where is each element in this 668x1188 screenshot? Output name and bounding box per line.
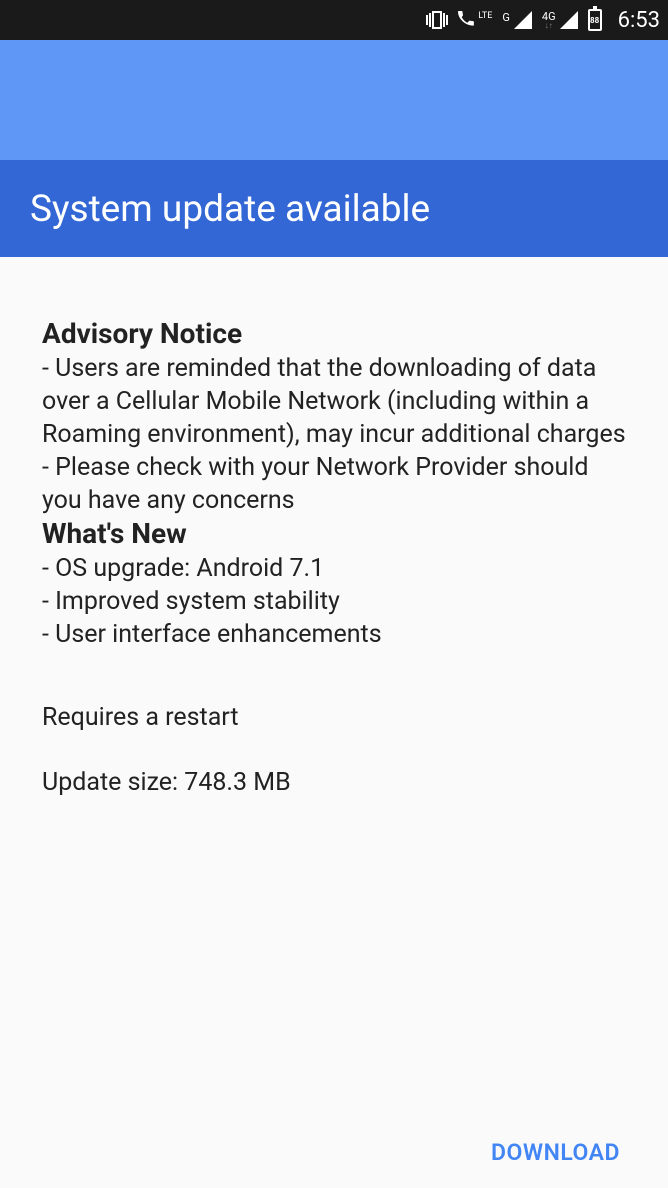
signal-icon-2	[560, 11, 578, 29]
signal-icon	[514, 11, 532, 29]
download-button[interactable]: DOWNLOAD	[491, 1139, 620, 1166]
status-icons: LTE G 4G ↓↑ 88 6:53	[426, 8, 660, 33]
whatsnew-heading: What's New	[42, 517, 626, 550]
signal-1: G	[502, 11, 532, 29]
battery-percentage: 88	[590, 16, 599, 25]
advisory-text-2: - Please check with your Network Provide…	[42, 451, 626, 517]
battery-icon: 88	[588, 9, 602, 31]
whatsnew-line-3: - User interface enhancements	[42, 618, 626, 651]
advisory-heading: Advisory Notice	[42, 317, 626, 350]
header-title-bar: System update available	[0, 160, 668, 257]
clock: 6:53	[618, 8, 660, 33]
whatsnew-line-1: - OS upgrade: Android 7.1	[42, 552, 626, 585]
g-label: G	[502, 11, 510, 24]
advisory-text-1: - Users are reminded that the downloadin…	[42, 352, 626, 451]
whatsnew-line-2: - Improved system stability	[42, 585, 626, 618]
header-banner	[0, 40, 668, 160]
page-title: System update available	[30, 188, 638, 231]
update-size: Update size: 748.3 MB	[42, 766, 626, 799]
net-4g-label: 4G ↓↑	[542, 11, 556, 30]
data-arrows-icon: ↓↑	[545, 22, 553, 30]
phone-lte-icon: LTE	[458, 11, 492, 29]
footer-actions: DOWNLOAD	[491, 1139, 620, 1166]
signal-2: 4G ↓↑	[542, 11, 578, 30]
status-bar: LTE G 4G ↓↑ 88 6:53	[0, 0, 668, 40]
vibrate-icon	[426, 11, 448, 29]
lte-label: LTE	[478, 11, 492, 21]
restart-notice: Requires a restart	[42, 701, 626, 734]
content-area: Advisory Notice - Users are reminded tha…	[0, 257, 668, 819]
